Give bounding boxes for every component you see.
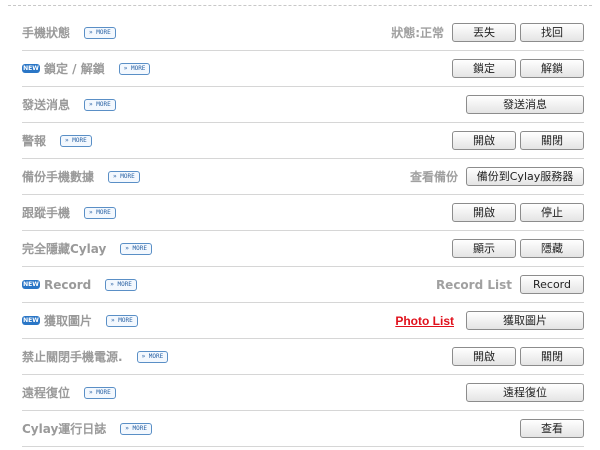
row-label: 遠程復位 (22, 386, 71, 400)
row-label: Cylay運行日誌 (22, 422, 107, 436)
row-send-message: 發送消息 » MORE 發送消息 (22, 87, 584, 123)
row-phone-status: 手機狀態 » MORE 狀態:正常 丟失 找回 (22, 15, 584, 51)
row-label: 跟蹤手機 (22, 206, 71, 220)
row-record: NEW Record » MORE Record List Record (22, 267, 584, 303)
photo-list-link[interactable]: Photo List (395, 314, 454, 328)
row-hide-cylay: 完全隱藏Cylay » MORE 顯示 隱藏 (22, 231, 584, 267)
record-button[interactable]: Record (520, 275, 584, 294)
hide-button[interactable]: 隱藏 (520, 239, 584, 258)
more-button[interactable]: » MORE (106, 314, 138, 327)
alarm-on-button[interactable]: 開啟 (452, 131, 516, 150)
row-track-phone: 跟蹤手機 » MORE 開啟 停止 (22, 195, 584, 231)
row-remote-reset: 遠程復位 » MORE 遠程復位 (22, 375, 584, 411)
lock-button[interactable]: 鎖定 (452, 59, 516, 78)
send-message-button[interactable]: 發送消息 (466, 95, 584, 114)
row-label: 手機狀態 (22, 26, 71, 40)
row-label: 警報 (22, 134, 47, 148)
more-button[interactable]: » MORE (136, 350, 169, 363)
lost-button[interactable]: 丟失 (452, 23, 516, 42)
row-label: Record (44, 277, 92, 292)
more-button[interactable]: » MORE (84, 26, 116, 39)
row-get-photo: NEW 獲取圖片 » MORE Photo List 獲取圖片 (22, 303, 584, 339)
view-log-button[interactable]: 查看 (520, 419, 584, 438)
get-photo-button[interactable]: 獲取圖片 (466, 311, 584, 330)
more-button[interactable]: » MORE (84, 206, 116, 219)
power-lock-on-button[interactable]: 開啟 (452, 347, 516, 366)
alarm-off-button[interactable]: 關閉 (520, 131, 584, 150)
row-label: 發送消息 (22, 98, 71, 112)
row-backup: 備份手機數據 » MORE 查看備份 備份到Cylay服務器 (22, 159, 584, 195)
more-button[interactable]: » MORE (108, 170, 140, 183)
more-button[interactable]: » MORE (120, 422, 152, 435)
show-button[interactable]: 顯示 (452, 239, 516, 258)
row-lock-unlock: NEW 鎖定 / 解鎖 » MORE 鎖定 解鎖 (22, 51, 584, 87)
row-label: 鎖定 / 解鎖 (44, 62, 105, 76)
more-button[interactable]: » MORE (84, 386, 116, 399)
power-lock-off-button[interactable]: 關閉 (520, 347, 584, 366)
row-label: 備份手機數據 (22, 170, 95, 184)
row-label: 獲取圖片 (44, 314, 93, 328)
unlock-button[interactable]: 解鎖 (520, 59, 584, 78)
new-badge-icon: NEW (22, 280, 40, 289)
row-label: 完全隱藏Cylay (22, 242, 107, 256)
new-badge-icon: NEW (22, 316, 40, 325)
record-list-text: Record List (435, 277, 512, 292)
row-alarm: 警報 » MORE 開啟 關閉 (22, 123, 584, 159)
more-button[interactable]: » MORE (118, 62, 151, 75)
track-stop-button[interactable]: 停止 (520, 203, 584, 222)
top-dashed-divider (8, 5, 592, 6)
more-button[interactable]: » MORE (120, 242, 152, 255)
backup-to-server-button[interactable]: 備份到Cylay服務器 (466, 167, 584, 186)
more-button[interactable]: » MORE (60, 134, 92, 147)
new-badge-icon: NEW (22, 64, 40, 73)
row-prevent-power-off: 禁止關閉手機電源. » MORE 開啟 關閉 (22, 339, 584, 375)
status-text: 狀態:正常 (391, 26, 444, 40)
more-button[interactable]: » MORE (84, 98, 116, 111)
row-label: 禁止關閉手機電源. (22, 350, 123, 364)
view-backup-text: 查看備份 (409, 170, 458, 184)
track-on-button[interactable]: 開啟 (452, 203, 516, 222)
found-button[interactable]: 找回 (520, 23, 584, 42)
remote-reset-button[interactable]: 遠程復位 (466, 383, 584, 402)
row-cylay-log: Cylay運行日誌 » MORE 查看 (22, 411, 584, 447)
more-button[interactable]: » MORE (105, 278, 137, 291)
